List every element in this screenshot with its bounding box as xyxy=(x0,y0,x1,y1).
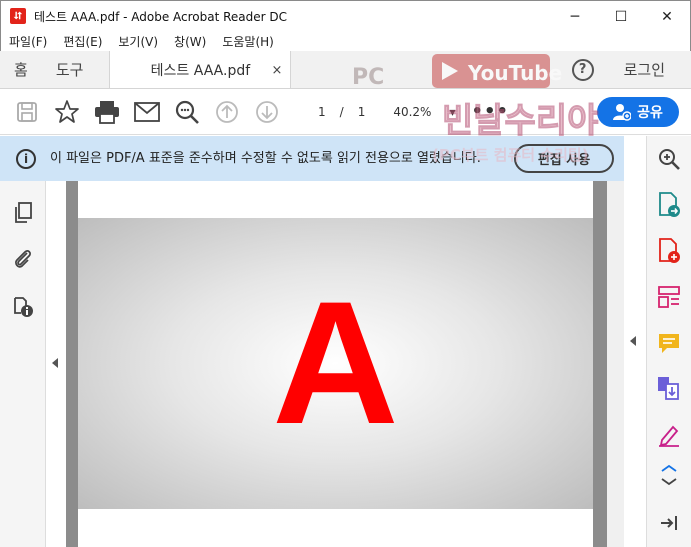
menu-help[interactable]: 도움말(H) xyxy=(214,33,282,50)
tab-bar-right: ? 로그인 xyxy=(571,51,691,88)
create-pdf-icon[interactable] xyxy=(656,238,682,264)
tab-tools[interactable]: 도구 xyxy=(42,51,98,88)
tab-home[interactable]: 홈 xyxy=(0,51,42,88)
info-message: 이 파일은 PDF/A 표준을 준수하며 수정할 수 없도록 읽기 전용으로 열… xyxy=(50,151,481,166)
minimize-button[interactable]: ─ xyxy=(552,1,598,32)
menu-file[interactable]: 파일(F) xyxy=(1,33,55,50)
print-icon[interactable] xyxy=(90,95,124,129)
organize-pages-icon[interactable] xyxy=(656,284,682,310)
collapse-right-pane-icon[interactable] xyxy=(630,336,636,346)
window-title: 테스트 AAA.pdf - Adobe Acrobat Reader DC xyxy=(34,9,288,24)
tab-close-icon[interactable]: × xyxy=(272,63,283,78)
tab-bar: 홈 도구 테스트 AAA.pdf × ? 로그인 xyxy=(0,51,691,89)
page-separator: / xyxy=(339,104,344,119)
collapse-left-pane-icon[interactable] xyxy=(52,358,58,368)
maximize-button[interactable]: ☐ xyxy=(598,1,644,32)
share-button[interactable]: 공유 xyxy=(597,97,679,127)
page-indicator: 1 / 1 xyxy=(318,105,365,119)
export-pdf-icon[interactable] xyxy=(656,192,682,218)
menu-edit[interactable]: 편집(E) xyxy=(55,33,110,50)
vertical-scrollbar[interactable] xyxy=(607,181,624,547)
info-icon: i xyxy=(16,148,36,169)
attachments-icon[interactable] xyxy=(11,247,35,271)
fill-sign-icon[interactable] xyxy=(656,422,682,448)
zoom-value: 40.2% xyxy=(393,104,432,119)
left-navigation-pane xyxy=(0,181,46,547)
zoom-search-icon[interactable] xyxy=(656,146,682,172)
login-button[interactable]: 로그인 xyxy=(624,59,665,80)
document-view[interactable]: A xyxy=(66,181,607,547)
toolbar: 1 / 1 40.2% ▾ ••• 공유 xyxy=(0,89,691,135)
collapse-pane-arrow-icon[interactable] xyxy=(656,510,682,536)
combine-files-icon[interactable] xyxy=(656,376,682,402)
menu-view[interactable]: 보기(V) xyxy=(110,33,166,50)
menu-window[interactable]: 창(W) xyxy=(166,33,214,50)
next-page-icon[interactable] xyxy=(250,95,284,129)
page-image: A xyxy=(78,218,593,509)
enable-editing-button[interactable]: 편집 사용 xyxy=(514,144,614,173)
previous-page-icon[interactable] xyxy=(210,95,244,129)
menu-bar: 파일(F) 편집(E) 보기(V) 창(W) 도움말(H) xyxy=(0,31,691,51)
right-tools-pane xyxy=(646,136,691,547)
page-total: 1 xyxy=(357,104,366,119)
tab-document-label: 테스트 AAA.pdf xyxy=(150,62,251,79)
save-icon[interactable] xyxy=(10,95,44,129)
title-bar: ⮃ 테스트 AAA.pdf - Adobe Acrobat Reader DC … xyxy=(0,0,691,31)
page-thumbnails-icon[interactable] xyxy=(11,201,35,225)
tab-document[interactable]: 테스트 AAA.pdf × xyxy=(109,51,292,88)
letter-a-graphic: A xyxy=(272,266,399,461)
close-window-button[interactable]: ✕ xyxy=(644,1,690,32)
acrobat-icon: ⮃ xyxy=(10,8,26,24)
pdf-page: A xyxy=(78,181,593,547)
zoom-select[interactable]: 40.2% ▾ xyxy=(393,105,455,119)
comment-icon[interactable] xyxy=(656,330,682,356)
email-icon[interactable] xyxy=(130,95,164,129)
help-icon[interactable]: ? xyxy=(571,58,594,81)
expand-tools-icon[interactable] xyxy=(656,464,682,490)
document-properties-icon[interactable] xyxy=(11,295,35,319)
bookmark-star-icon[interactable] xyxy=(50,95,84,129)
add-user-icon xyxy=(613,104,632,121)
more-tools-icon[interactable]: ••• xyxy=(471,101,509,122)
window-controls: ─ ☐ ✕ xyxy=(552,1,690,32)
search-zoom-icon[interactable] xyxy=(170,95,204,129)
share-label: 공유 xyxy=(637,105,663,121)
pdfa-info-bar: i 이 파일은 PDF/A 표준을 준수하며 수정할 수 없도록 읽기 전용으로… xyxy=(0,136,624,181)
page-current-input[interactable]: 1 xyxy=(318,105,326,119)
chevron-down-icon: ▾ xyxy=(449,104,456,119)
